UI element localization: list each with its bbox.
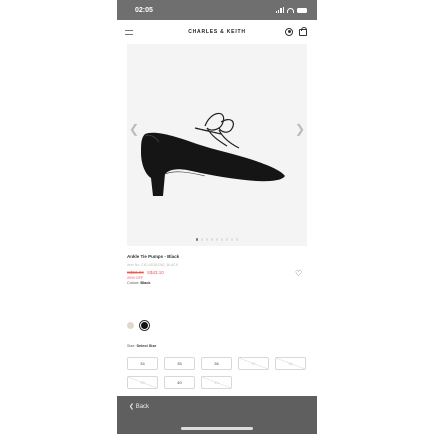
shopping-bag-icon[interactable] bbox=[299, 27, 307, 36]
size-option-unavailable[interactable]: 41 bbox=[201, 376, 232, 389]
pagination-dot[interactable] bbox=[205, 238, 209, 241]
size-label-text: Size: bbox=[127, 344, 136, 348]
pagination-dot[interactable] bbox=[220, 238, 224, 241]
size-option[interactable]: 36 bbox=[201, 357, 232, 370]
app-header: CHARLES & KEITH bbox=[117, 24, 317, 42]
product-sku: Item No. CK1-60361362_BLACK bbox=[127, 263, 179, 267]
back-label: Back bbox=[135, 404, 150, 410]
size-option[interactable]: 40 bbox=[164, 376, 195, 389]
home-indicator[interactable] bbox=[181, 427, 253, 430]
product-info: Ankle Tie Pumps - Black Item No. CK1-603… bbox=[127, 254, 307, 280]
status-icons bbox=[275, 7, 307, 13]
product-image bbox=[141, 112, 285, 196]
size-option[interactable]: 34 bbox=[127, 357, 158, 370]
size-options: 34 35 36 37 38 39 40 41 bbox=[127, 357, 313, 389]
chevron-right-icon[interactable]: ❯ bbox=[295, 122, 305, 136]
price-row: S$53.90 S$43.10 ♡ bbox=[127, 269, 307, 278]
pagination-dot[interactable] bbox=[210, 238, 214, 241]
status-time: 02:05 bbox=[135, 6, 153, 14]
phone-screen: 02:05 CHARLES & KEITH ❮ ❯ Ankle Tie Pump… bbox=[117, 0, 317, 434]
account-icon[interactable] bbox=[285, 28, 293, 36]
product-name: Ankle Tie Pumps - Black bbox=[127, 254, 180, 259]
size-label: Size: Select Size bbox=[127, 344, 156, 348]
size-option[interactable]: 35 bbox=[164, 357, 195, 370]
sale-price: S$43.10 bbox=[147, 270, 164, 275]
original-price: S$53.90 bbox=[127, 270, 144, 275]
size-prompt: Select Size bbox=[136, 344, 157, 348]
swatch-black[interactable] bbox=[140, 321, 149, 330]
swatch-chalk[interactable] bbox=[127, 322, 134, 329]
colour-label-text: Colour: bbox=[127, 281, 140, 285]
signal-icon bbox=[275, 7, 284, 13]
discount-badge: 20% OFF bbox=[127, 276, 144, 280]
pagination-dot[interactable] bbox=[200, 238, 204, 241]
colour-swatches bbox=[127, 321, 149, 330]
pagination-dot[interactable] bbox=[225, 238, 229, 241]
wishlist-heart-icon[interactable]: ♡ bbox=[295, 269, 302, 278]
size-option-unavailable[interactable]: 37 bbox=[238, 357, 269, 370]
colour-label: Colour: Black bbox=[127, 281, 150, 285]
colour-selected-value: Black bbox=[140, 281, 151, 285]
battery-icon bbox=[297, 7, 307, 13]
pagination-dot[interactable] bbox=[215, 238, 219, 241]
gallery-pagination bbox=[127, 238, 307, 241]
pagination-dot[interactable] bbox=[230, 238, 234, 241]
size-option-unavailable[interactable]: 39 bbox=[127, 376, 158, 389]
pagination-dot[interactable] bbox=[195, 238, 199, 241]
product-image-gallery[interactable]: ❮ ❯ bbox=[127, 44, 307, 246]
pagination-dot[interactable] bbox=[235, 238, 239, 241]
wifi-icon bbox=[287, 7, 294, 13]
size-option-unavailable[interactable]: 38 bbox=[275, 357, 306, 370]
bottom-bar: ❮ Back bbox=[117, 396, 317, 434]
back-button[interactable]: ❮ Back bbox=[129, 403, 149, 410]
status-bar: 02:05 bbox=[117, 0, 317, 20]
